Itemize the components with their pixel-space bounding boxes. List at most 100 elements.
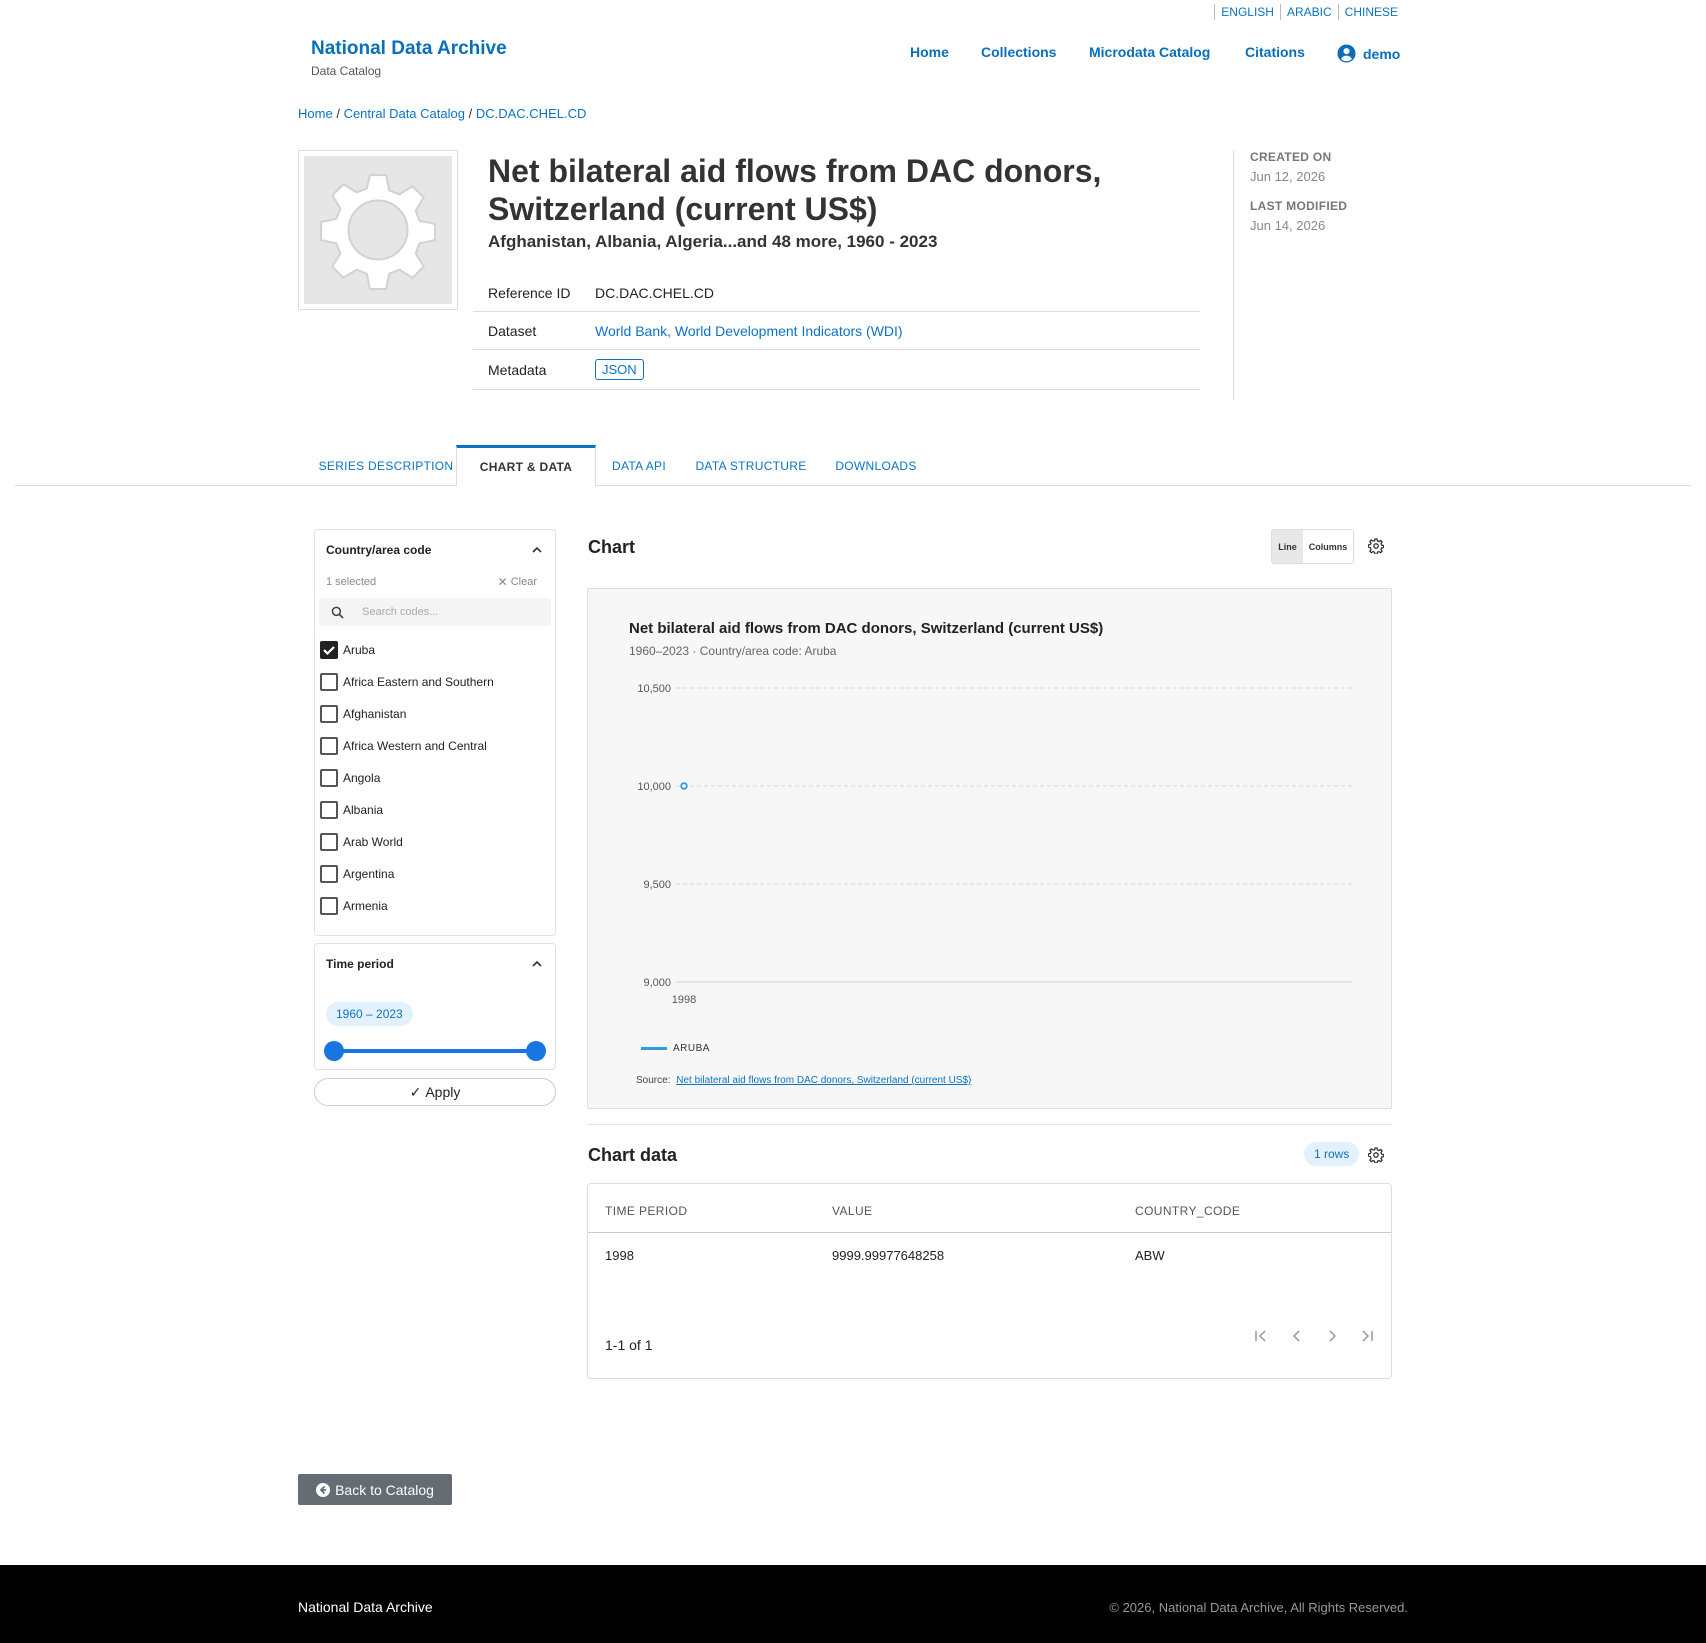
source-link[interactable]: Net bilateral aid flows from DAC donors,… xyxy=(676,1075,971,1086)
page-title: Net bilateral aid flows from DAC donors,… xyxy=(488,153,1102,227)
tab-series-description[interactable]: SERIES DESCRIPTION xyxy=(305,446,467,486)
checkbox[interactable] xyxy=(320,737,338,755)
created-label: CREATED ON xyxy=(1250,150,1332,164)
arrow-left-circle-icon xyxy=(316,1482,331,1497)
checkbox[interactable] xyxy=(320,833,338,851)
cell-time-period: 1998 xyxy=(605,1248,634,1263)
footer: National Data Archive © 2026, National D… xyxy=(0,1565,1706,1643)
country-filter-header[interactable]: Country/area code xyxy=(315,530,555,570)
last-page-icon[interactable] xyxy=(1362,1330,1373,1342)
breadcrumb-home[interactable]: Home xyxy=(298,106,333,121)
time-period-panel: Time period 1960 – 2023 xyxy=(314,943,556,1070)
line-toggle-button[interactable]: Line xyxy=(1272,530,1303,563)
reference-id-value: DC.DAC.CHEL.CD xyxy=(595,284,715,301)
lang-english[interactable]: ENGLISH xyxy=(1214,4,1280,20)
column-header-value[interactable]: VALUE xyxy=(832,1204,872,1218)
back-to-catalog-button[interactable]: Back to Catalog xyxy=(298,1474,452,1505)
previous-page-icon[interactable] xyxy=(1292,1330,1300,1342)
code-search-field[interactable]: Search codes... xyxy=(319,598,551,626)
chart-container: Net bilateral aid flows from DAC donors,… xyxy=(587,588,1392,1109)
json-button[interactable]: JSON xyxy=(595,359,644,380)
checkbox[interactable] xyxy=(320,673,338,691)
country-option-label: Armenia xyxy=(343,899,388,913)
line-chart: 9,000 9,500 10,000 10,500 1998 xyxy=(637,683,1352,1006)
checkbox[interactable] xyxy=(320,769,338,787)
chevron-up-icon[interactable] xyxy=(531,958,543,970)
lang-chinese[interactable]: CHINESE xyxy=(1337,4,1404,20)
country-option[interactable]: Albania xyxy=(315,794,555,826)
country-option[interactable]: Aruba xyxy=(315,634,555,666)
slider-handle-end[interactable] xyxy=(526,1041,546,1061)
country-option[interactable]: Angola xyxy=(315,762,555,794)
apply-button[interactable]: ✓ Apply xyxy=(314,1078,556,1106)
nav-collections[interactable]: Collections xyxy=(981,44,1056,60)
country-option-label: Aruba xyxy=(343,643,376,657)
country-option[interactable]: Africa Western and Central xyxy=(315,730,555,762)
metadata-row-reference: Reference ID DC.DAC.CHEL.CD xyxy=(473,274,1200,312)
dates-panel: CREATED ON Jun 12, 2026 LAST MODIFIED Ju… xyxy=(1233,150,1413,400)
slider-handle-start[interactable] xyxy=(324,1041,344,1061)
time-range-chip: 1960 – 2023 xyxy=(326,1002,413,1026)
lang-arabic[interactable]: ARABIC xyxy=(1279,4,1338,20)
breadcrumb-catalog[interactable]: Central Data Catalog xyxy=(344,106,465,121)
legend-label-aruba[interactable]: ARUBA xyxy=(673,1043,710,1054)
dataset-label: Dataset xyxy=(488,322,537,339)
check-icon: ✓ xyxy=(409,1083,422,1100)
country-option[interactable]: Arab World xyxy=(315,826,555,858)
checkbox[interactable] xyxy=(320,897,338,915)
column-header-country-code[interactable]: COUNTRY_CODE xyxy=(1135,1204,1240,1218)
checkbox-checked[interactable] xyxy=(320,641,338,659)
apply-label: Apply xyxy=(425,1084,461,1100)
column-header-time-period[interactable]: TIME PERIOD xyxy=(605,1204,687,1218)
clear-button[interactable]: ✕ Clear xyxy=(498,575,537,589)
breadcrumb-separator: / xyxy=(468,106,473,121)
gear-icon[interactable] xyxy=(1368,538,1384,554)
breadcrumb-current[interactable]: DC.DAC.CHEL.CD xyxy=(476,106,587,121)
country-option-label: Angola xyxy=(343,771,381,785)
main-nav: Home Collections Microdata Catalog Citat… xyxy=(0,44,1400,64)
tab-data-api[interactable]: DATA API xyxy=(595,446,683,486)
chart-type-toggle: Line Columns xyxy=(1271,529,1354,564)
checkbox[interactable] xyxy=(320,705,338,723)
country-option[interactable]: Afghanistan xyxy=(315,698,555,730)
tab-downloads[interactable]: DOWNLOADS xyxy=(815,446,937,486)
nav-microdata-catalog[interactable]: Microdata Catalog xyxy=(1089,44,1210,60)
country-option[interactable]: Armenia xyxy=(315,890,555,922)
metadata-table: Reference ID DC.DAC.CHEL.CD Dataset Worl… xyxy=(473,274,1200,390)
next-page-icon[interactable] xyxy=(1329,1330,1337,1342)
time-period-title: Time period xyxy=(326,957,394,971)
country-option[interactable]: Africa Eastern and Southern xyxy=(315,666,555,698)
dataset-link[interactable]: World Bank, World Development Indicators… xyxy=(595,323,903,339)
checkbox[interactable] xyxy=(320,865,338,883)
columns-toggle-button[interactable]: Columns xyxy=(1303,530,1353,563)
data-point[interactable] xyxy=(680,782,688,790)
chevron-up-icon[interactable] xyxy=(531,544,543,556)
reference-id-label: Reference ID xyxy=(488,284,571,301)
close-icon: ✕ xyxy=(497,575,508,589)
legend-swatch-aruba xyxy=(641,1047,667,1050)
country-option[interactable]: Argentina xyxy=(315,858,555,890)
time-period-header[interactable]: Time period xyxy=(315,944,555,984)
y-tick-label: 9,000 xyxy=(643,977,671,989)
metadata-label: Metadata xyxy=(488,361,547,378)
created-value: Jun 12, 2026 xyxy=(1250,169,1326,184)
time-range-slider[interactable] xyxy=(324,1041,546,1061)
country-filter-title: Country/area code xyxy=(326,543,432,557)
nav-home[interactable]: Home xyxy=(910,44,949,60)
cell-value: 9999.99977648258 xyxy=(832,1248,945,1263)
nav-citations[interactable]: Citations xyxy=(1245,44,1305,60)
tab-bar: SERIES DESCRIPTION CHART & DATA DATA API… xyxy=(15,445,1691,486)
chart-data-table: TIME PERIOD VALUE COUNTRY_CODE 1998 9999… xyxy=(587,1183,1392,1379)
tab-data-structure[interactable]: DATA STRUCTURE xyxy=(679,446,823,486)
country-option-label: Albania xyxy=(343,803,384,817)
page-subtitle: Afghanistan, Albania, Algeria...and 48 m… xyxy=(488,232,938,251)
gear-icon xyxy=(320,174,436,290)
first-page-icon[interactable] xyxy=(1255,1330,1266,1342)
nav-user-menu[interactable]: demo xyxy=(1337,44,1400,63)
y-tick-label: 10,000 xyxy=(637,781,671,793)
search-input[interactable]: Search codes... xyxy=(362,606,438,618)
gear-icon[interactable] xyxy=(1368,1147,1384,1163)
back-label: Back to Catalog xyxy=(335,1481,434,1498)
tab-chart-and-data[interactable]: CHART & DATA xyxy=(456,445,596,486)
checkbox[interactable] xyxy=(320,801,338,819)
